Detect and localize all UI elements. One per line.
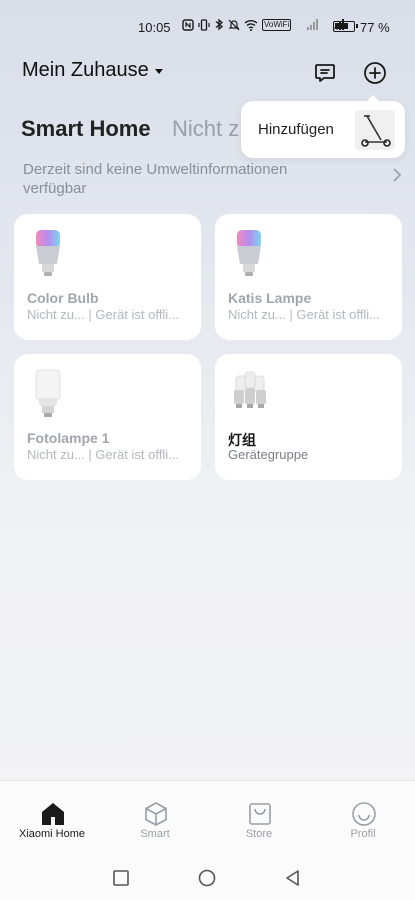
device-status: Nicht zu... | Gerät ist offli... xyxy=(27,307,179,322)
signal-icon xyxy=(307,19,319,30)
bulb-group-icon xyxy=(234,371,266,408)
status-time: 10:05 xyxy=(138,20,171,35)
nav-xiaomi-home[interactable]: Xiaomi Home xyxy=(7,781,97,853)
cube-icon xyxy=(145,802,167,826)
smiley-icon xyxy=(352,802,376,826)
tab-not-assigned[interactable]: Nicht z xyxy=(172,116,242,142)
nav-profil[interactable]: Profil xyxy=(318,781,408,853)
device-card-fotolampe[interactable]: Fotolampe 1 Nicht zu... | Gerät ist offl… xyxy=(14,354,201,480)
circle-icon[interactable] xyxy=(197,868,217,888)
tab-smart-home[interactable]: Smart Home xyxy=(21,116,151,142)
message-button[interactable] xyxy=(312,60,338,86)
device-name: Katis Lampe xyxy=(228,290,312,306)
back-triangle-icon[interactable] xyxy=(283,868,303,888)
add-circle-icon xyxy=(364,62,386,84)
volte-badge: VoWiFi xyxy=(262,18,292,31)
system-nav-bar xyxy=(0,852,415,900)
nfc-icon xyxy=(182,18,194,31)
vibrate-icon xyxy=(198,18,210,31)
device-name: Color Bulb xyxy=(27,290,99,306)
battery-icon xyxy=(333,21,358,32)
device-status: Gerätegruppe xyxy=(228,447,309,462)
device-card-color-bulb[interactable]: Color Bulb Nicht zu... | Gerät ist offli… xyxy=(14,214,201,340)
wifi-icon xyxy=(244,19,258,31)
battery-percent: 77 % xyxy=(360,20,390,35)
caret-down-icon xyxy=(154,69,163,74)
device-status: Nicht zu... | Gerät ist offli... xyxy=(27,447,179,462)
square-icon[interactable] xyxy=(111,868,131,888)
color-bulb-icon xyxy=(237,230,261,276)
nav-store[interactable]: Store xyxy=(214,781,304,853)
message-icon xyxy=(315,64,335,82)
bottom-nav: Xiaomi Home Smart Store Profil xyxy=(0,780,415,852)
popup-add-label: Hinzufügen xyxy=(258,121,334,138)
nav-label: Smart xyxy=(140,828,170,840)
add-popup[interactable]: Hinzufügen xyxy=(241,95,405,158)
nav-label: Xiaomi Home xyxy=(18,828,86,840)
bluetooth-icon xyxy=(215,18,224,31)
scooter-icon xyxy=(355,110,395,150)
store-bag-icon xyxy=(249,803,271,825)
status-bar: 10:05 VoWiFi 77 % xyxy=(0,0,415,52)
add-button[interactable] xyxy=(362,60,388,86)
device-card-katis-lampe[interactable]: Katis Lampe Nicht zu... | Gerät ist offl… xyxy=(215,214,402,340)
home-selector[interactable]: Mein Zuhause xyxy=(22,59,163,82)
device-name: Fotolampe 1 xyxy=(27,430,110,446)
color-bulb-icon xyxy=(36,230,60,276)
nav-label: Store xyxy=(245,828,273,840)
mute-icon xyxy=(228,19,240,30)
chevron-right-icon[interactable] xyxy=(392,168,402,182)
status-icons: VoWiFi xyxy=(182,18,345,31)
device-status: Nicht zu... | Gerät ist offli... xyxy=(228,307,380,322)
nav-label: Profil xyxy=(350,828,376,840)
environment-info[interactable]: Derzeit sind keine Umweltinformationen v… xyxy=(23,160,353,198)
home-icon xyxy=(42,803,64,825)
white-bulb-icon xyxy=(35,369,61,417)
device-card-light-group[interactable]: 灯组 Gerätegruppe xyxy=(215,354,402,480)
home-name: Mein Zuhause xyxy=(22,59,149,81)
nav-smart[interactable]: Smart xyxy=(110,781,200,853)
